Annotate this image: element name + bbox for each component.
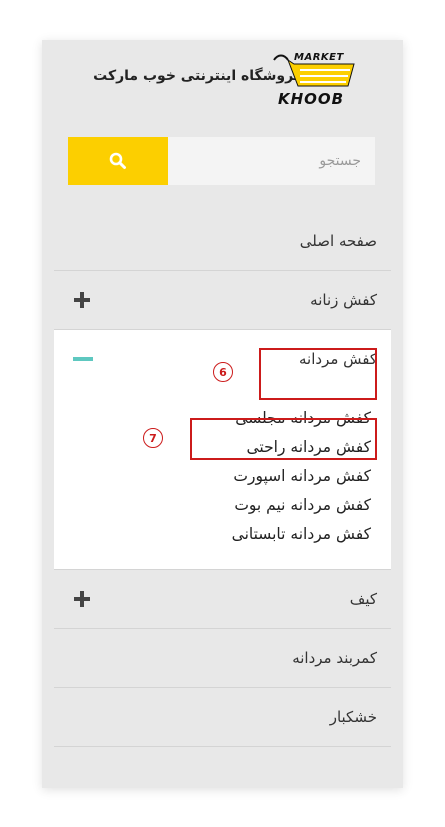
menu-item-home[interactable]: صفحه اصلی <box>54 212 391 271</box>
submenu-item-half-boot[interactable]: کفش مردانه نیم بوت <box>54 491 391 520</box>
step-badge-7: 7 <box>143 428 163 448</box>
search-input[interactable] <box>168 137 375 185</box>
mobile-menu-panel: فروشگاه اینترنتی خوب مارکت MARKET KHOOB … <box>42 40 403 788</box>
plus-icon[interactable] <box>74 591 90 607</box>
highlight-men-shoes <box>259 348 377 400</box>
search-bar <box>68 137 375 185</box>
submenu-item-sport[interactable]: کفش مردانه اسپورت <box>54 462 391 491</box>
submenu: کفش مردانه مجلسی کفش مردانه راحتی کفش مر… <box>54 388 391 570</box>
menu-item-women-shoes[interactable]: کفش زنانه <box>54 271 391 330</box>
category-menu: صفحه اصلی کفش زنانه کفش مردانه کفش مردان… <box>54 212 391 747</box>
step-badge-6: 6 <box>213 362 233 382</box>
menu-item-men-belts[interactable]: کمربند مردانه <box>54 629 391 688</box>
search-button[interactable] <box>68 137 168 185</box>
menu-item-label: کفش زنانه <box>310 291 377 309</box>
minus-icon[interactable] <box>73 351 93 367</box>
menu-item-label: صفحه اصلی <box>299 232 377 250</box>
highlight-formal-shoes <box>190 418 377 460</box>
submenu-item-summer[interactable]: کفش مردانه تابستانی <box>54 520 391 549</box>
menu-item-bags[interactable]: کیف <box>54 570 391 629</box>
header: فروشگاه اینترنتی خوب مارکت MARKET KHOOB <box>42 40 403 120</box>
plus-icon[interactable] <box>74 292 90 308</box>
menu-item-label: کیف <box>349 590 377 608</box>
logo-market-text: MARKET <box>294 52 344 63</box>
menu-item-label: خشکبار <box>329 708 377 726</box>
search-icon <box>109 152 126 169</box>
logo-khoob-text: KHOOB <box>278 90 345 108</box>
menu-item-dried-fruits[interactable]: خشکبار <box>54 688 391 747</box>
menu-item-label: کمربند مردانه <box>292 649 377 667</box>
khoob-market-logo[interactable]: MARKET KHOOB <box>272 52 360 110</box>
